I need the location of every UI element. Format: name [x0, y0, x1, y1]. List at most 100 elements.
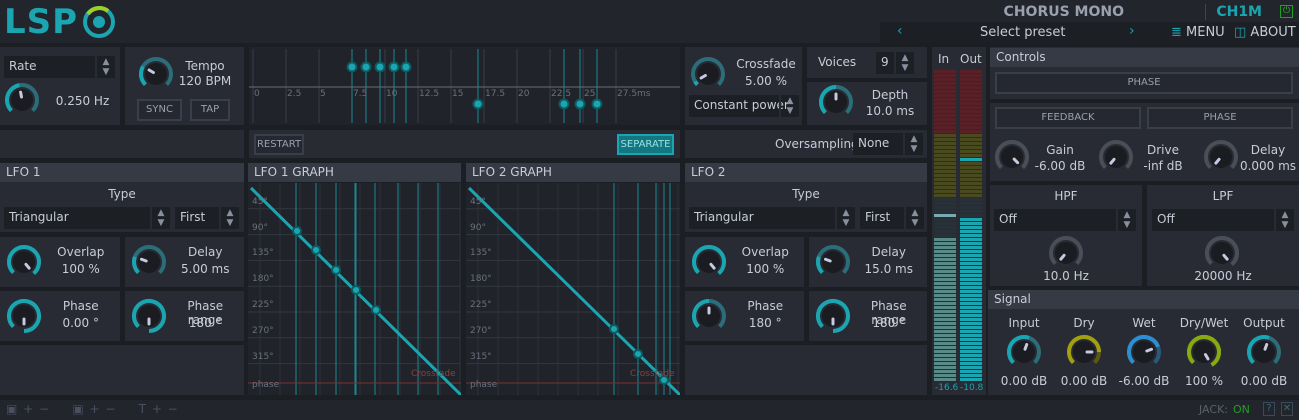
- lsp-logo: LSP: [4, 2, 79, 42]
- crossfade-knob[interactable]: [690, 56, 726, 95]
- wet-knob[interactable]: [1126, 334, 1162, 373]
- lfo1-type-select[interactable]: Triangular ▲ ▼: [4, 207, 170, 229]
- knob-dial: [1187, 335, 1221, 367]
- about-button[interactable]: ◫ ABOUT: [1234, 25, 1296, 40]
- lfo1-order-select[interactable]: First ▲ ▼: [175, 207, 239, 229]
- jack-label: JACK:: [1199, 403, 1228, 416]
- graph2-tick-label: 45°: [470, 196, 486, 207]
- graph2-tick-label: 180°: [470, 274, 492, 285]
- input-label: Input: [1008, 316, 1040, 330]
- level-meters: [934, 70, 982, 381]
- knob-dial: [815, 245, 850, 275]
- lfo1-graph: [248, 183, 461, 395]
- gain-value: -6.00 dB: [1034, 159, 1086, 173]
- voices-select[interactable]: 9 ▲ ▼: [876, 52, 914, 74]
- output-knob[interactable]: [1246, 334, 1282, 373]
- delay-knob[interactable]: [1203, 139, 1239, 178]
- drive-value: -inf dB: [1143, 159, 1183, 173]
- hpf-value: 10.0 Hz: [1043, 269, 1089, 283]
- oversampling-select[interactable]: None ▲ ▼: [853, 133, 923, 155]
- rate-knob[interactable]: [4, 82, 40, 121]
- lfo1-header: LFO 1: [0, 163, 244, 182]
- tap-button[interactable]: TAP: [190, 99, 230, 121]
- graph1-tick-label: 45°: [252, 196, 268, 207]
- footer-bar: [0, 400, 1299, 420]
- drive-knob[interactable]: [1098, 139, 1134, 178]
- plugin-name: CHORUS MONO: [1003, 4, 1124, 20]
- voice-delay-point: [374, 61, 386, 73]
- feedback-button[interactable]: FEEDBACK: [995, 107, 1141, 129]
- lfo1-overlap-knob[interactable]: [6, 244, 42, 283]
- crossfade-label: Crossfade: [736, 57, 796, 71]
- lfo1-delay-knob[interactable]: [131, 244, 167, 283]
- lfo2-type-select[interactable]: Triangular ▲ ▼: [689, 207, 855, 229]
- lfo2-overlap-knob[interactable]: [691, 244, 727, 283]
- restart-button[interactable]: RESTART: [254, 134, 304, 155]
- graph2-xlabel: phase: [470, 380, 498, 390]
- output-value: 0.00 dB: [1240, 374, 1288, 388]
- wet-label: Wet: [1132, 316, 1156, 330]
- graph1-tick-label: 270°: [252, 325, 274, 336]
- delay-tick-label: 15: [452, 89, 464, 99]
- voice-phase-point: [609, 324, 619, 334]
- preset-next-button[interactable]: ›: [1129, 23, 1135, 39]
- help-button[interactable]: ?: [1263, 402, 1275, 416]
- output-label: Output: [1243, 316, 1285, 330]
- graph1-tick-label: 90°: [252, 222, 268, 233]
- meter-in-value: -16.6: [935, 383, 959, 393]
- gain-knob[interactable]: [994, 139, 1030, 178]
- meter-out-value: -10.8: [960, 383, 984, 393]
- lfo2-delay-knob[interactable]: [815, 244, 851, 283]
- lfo1-phase-value: 0.00 °: [62, 316, 100, 330]
- lfo1-phase-knob[interactable]: [6, 298, 42, 337]
- footer-tools[interactable]: ▣ + − ▣ + − T + −: [6, 402, 178, 416]
- lfo1-phase-label: Phase: [62, 299, 99, 313]
- phase-button[interactable]: PHASE: [1147, 107, 1293, 129]
- voice-delay-point: [574, 98, 586, 110]
- delay-tick-label: 20: [518, 89, 530, 99]
- oversampling-label: Oversampling: [775, 137, 859, 151]
- drywet-knob[interactable]: [1186, 334, 1222, 373]
- lfo2-type-label: Type: [792, 187, 820, 201]
- power-button[interactable]: ⏻: [1280, 5, 1293, 18]
- input-knob[interactable]: [1006, 334, 1042, 373]
- delay-tick-label: 10: [386, 89, 398, 99]
- phase-top-button[interactable]: PHASE: [995, 72, 1293, 94]
- depth-value: 10.0 ms: [865, 104, 915, 118]
- hpf-mode-select[interactable]: Off ▲ ▼: [994, 209, 1136, 231]
- gear-logo-icon: [83, 6, 115, 38]
- rate-mode-select[interactable]: Rate ▲ ▼: [4, 56, 115, 78]
- delay-tick-label: 25: [584, 89, 596, 99]
- dry-knob[interactable]: [1066, 334, 1102, 373]
- delay-value: 0.000 ms: [1239, 159, 1297, 173]
- graph1-xlabel: phase: [252, 380, 280, 390]
- sync-button[interactable]: SYNC: [137, 99, 182, 121]
- delay-tick-label: 22.5: [551, 89, 572, 99]
- graph2-tick-label: 90°: [470, 222, 486, 233]
- depth-label: Depth: [871, 88, 909, 102]
- preset-selector[interactable]: Select preset: [980, 25, 1065, 40]
- separate-button[interactable]: SEPARATE: [617, 134, 674, 155]
- knob-dial: [1204, 140, 1238, 170]
- menu-button[interactable]: ≣ MENU: [1171, 25, 1225, 40]
- crossfade-mode-select[interactable]: Constant power ▲ ▼: [689, 95, 799, 117]
- lfo1-range-knob[interactable]: [131, 298, 167, 337]
- voice-delay-point: [591, 98, 603, 110]
- lfo2-order-select[interactable]: First ▲ ▼: [860, 207, 924, 229]
- knob-dial: [692, 299, 726, 329]
- graph2-tick-label: 270°: [470, 325, 492, 336]
- fullscreen-button[interactable]: ✕: [1281, 402, 1293, 416]
- delay-tick-label: 5: [320, 89, 326, 99]
- restart-bar: [249, 130, 680, 158]
- crossfade-value: 5.00 %: [745, 74, 787, 88]
- lfo2-phase-knob[interactable]: [691, 298, 727, 337]
- lfo2-range-knob[interactable]: [815, 298, 851, 337]
- voice-phase-point: [351, 285, 361, 295]
- lfo1-overlap-label: Overlap: [57, 245, 105, 259]
- lfo2-phase-value: 180 °: [748, 316, 782, 330]
- lpf-mode-select[interactable]: Off ▲ ▼: [1152, 209, 1294, 231]
- preset-prev-button[interactable]: ‹: [897, 23, 903, 39]
- depth-knob[interactable]: [818, 84, 854, 123]
- voice-phase-point: [292, 226, 302, 236]
- tempo-knob[interactable]: [138, 56, 174, 95]
